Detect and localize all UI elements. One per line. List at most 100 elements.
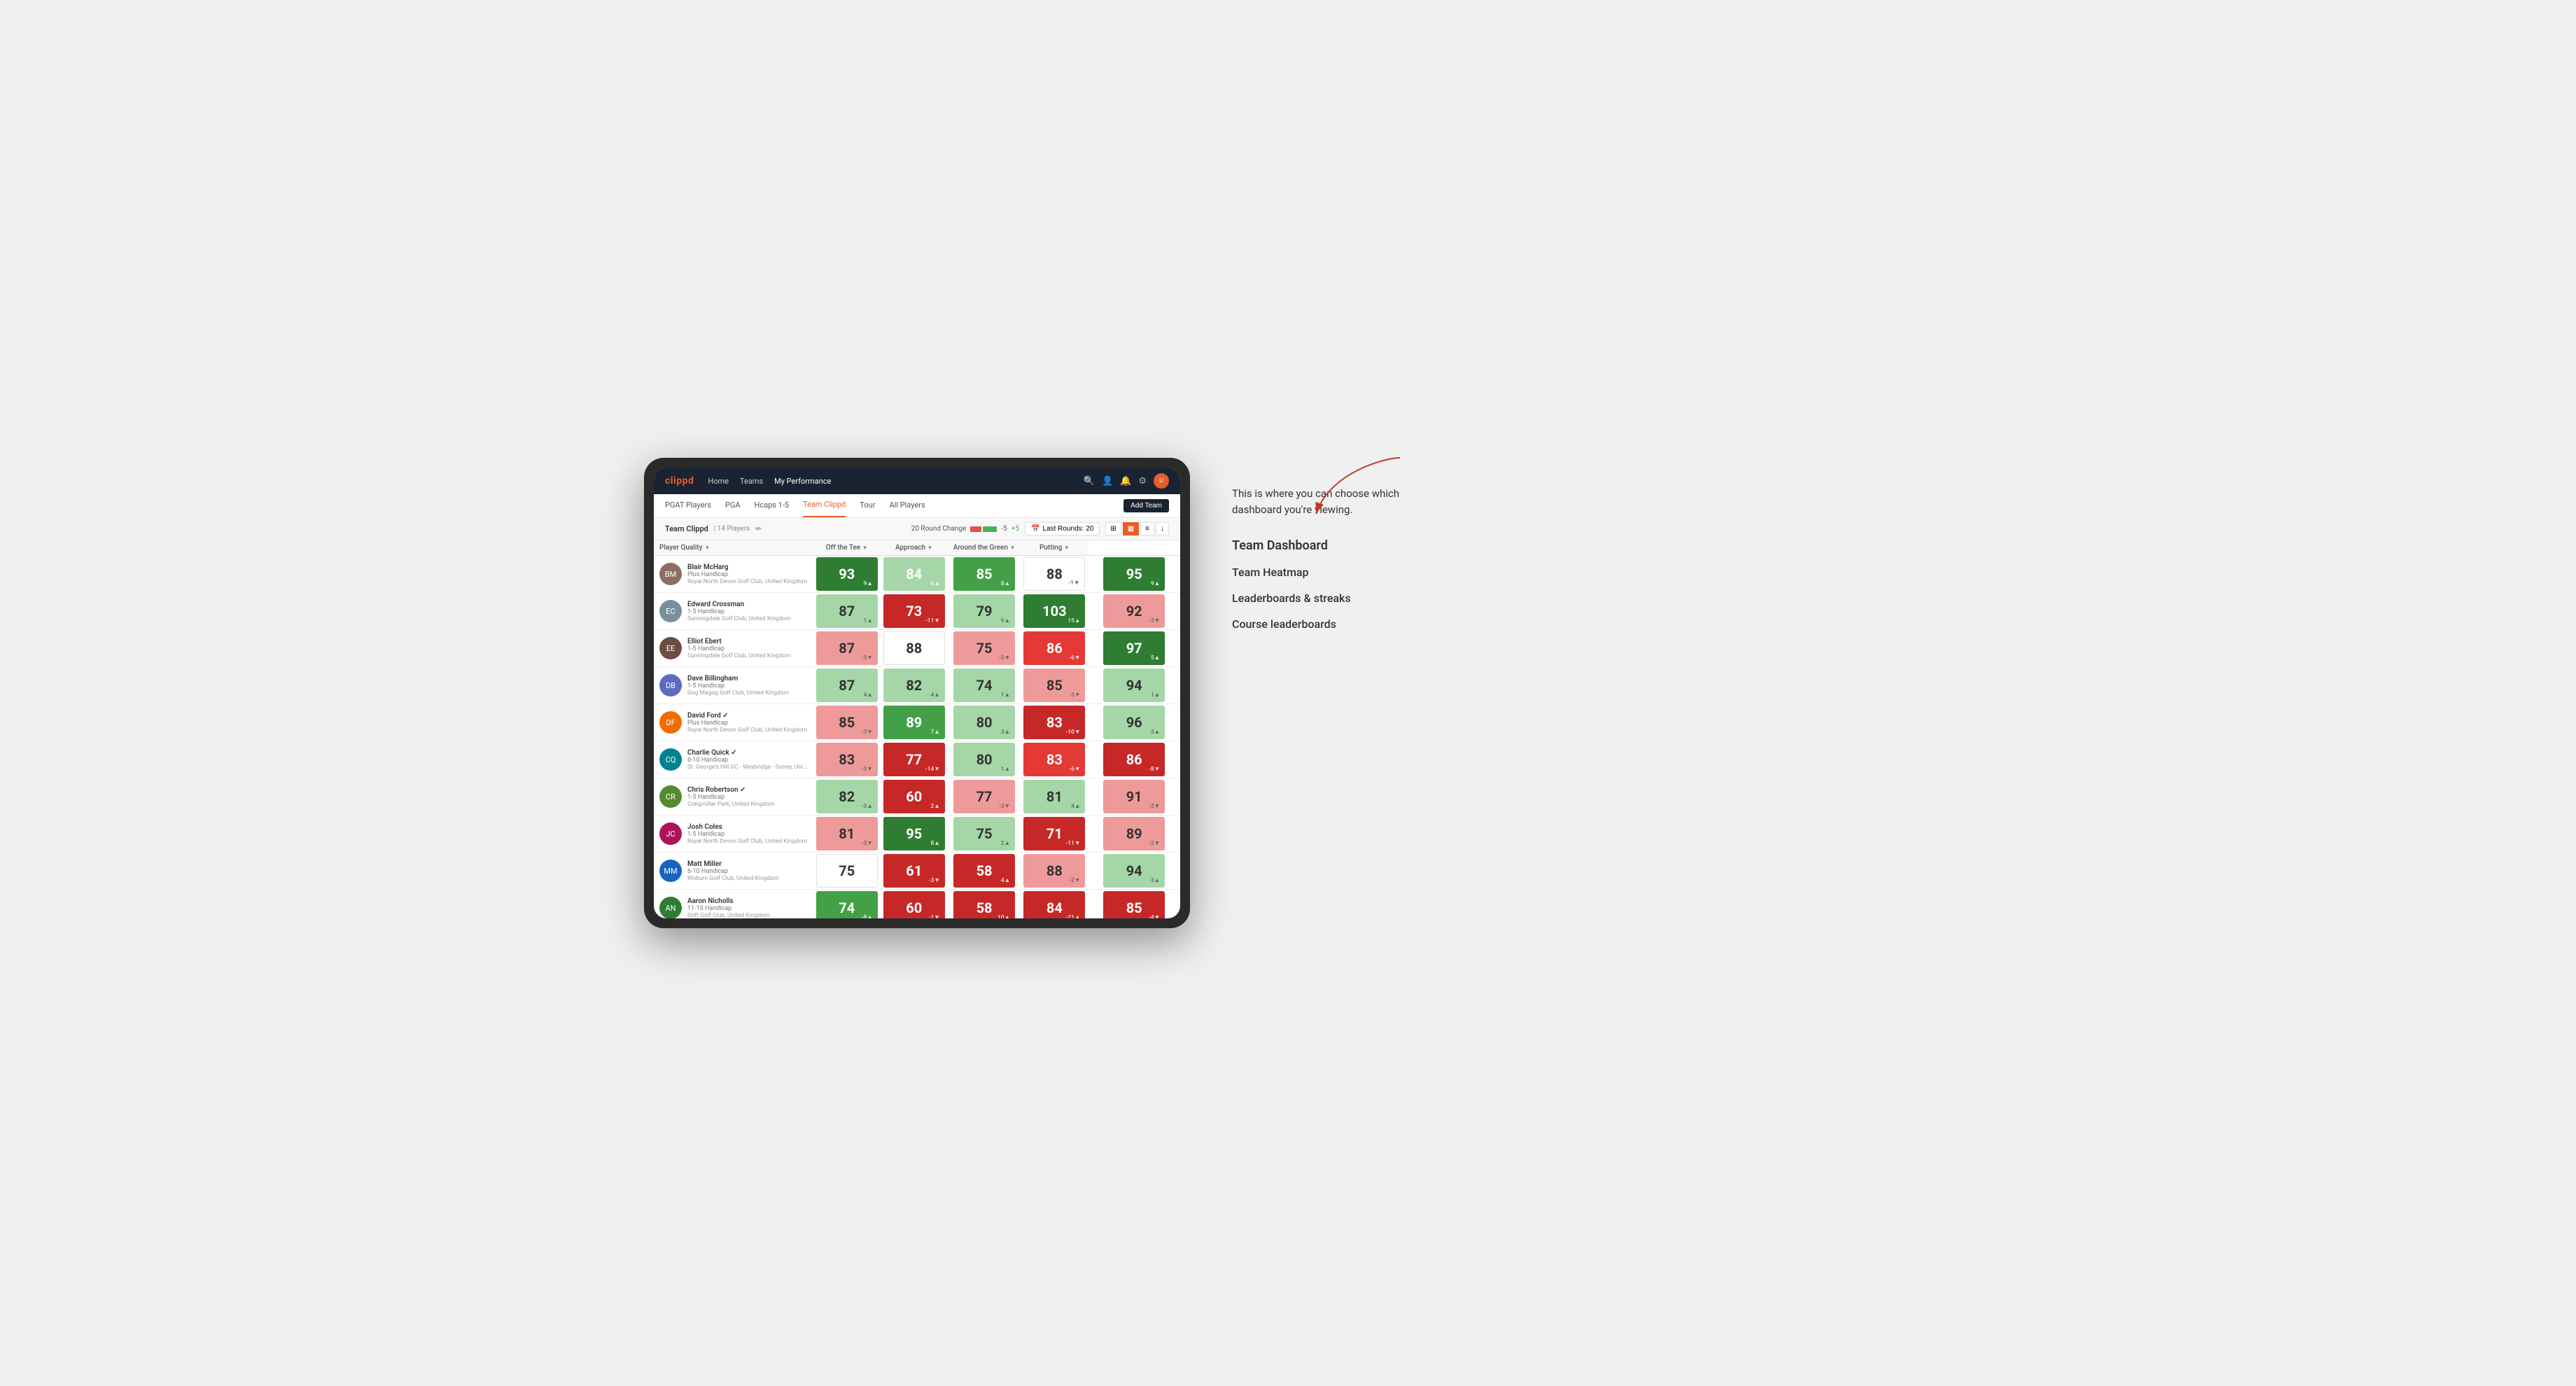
view-list-button[interactable]: ≡ — [1140, 522, 1154, 536]
subnav-pgat[interactable]: PGAT Players — [665, 494, 711, 517]
score-value: 60 — [906, 788, 922, 805]
player-cell-0: BMBlair McHargPlus HandicapRoyal North D… — [654, 556, 813, 593]
score-cell-around-green: 83-6▼ — [1021, 741, 1088, 778]
score-cell-putting: 975▲ — [1088, 630, 1180, 667]
player-avatar: DF — [659, 711, 682, 734]
avatar[interactable]: U — [1154, 473, 1169, 489]
table-row[interactable]: BMBlair McHargPlus HandicapRoyal North D… — [654, 556, 1180, 593]
nav-home[interactable]: Home — [708, 477, 729, 486]
score-change: -21▲ — [1065, 913, 1080, 918]
score-change: -14▼ — [925, 765, 940, 773]
option-team-dashboard: Team Dashboard — [1232, 538, 1428, 553]
subnav-pga[interactable]: PGA — [725, 494, 741, 517]
score-cell-putting: 85-4▼ — [1088, 890, 1180, 919]
score-cell-off-tee: 73-11▼ — [881, 593, 948, 630]
table-row[interactable]: ANAaron Nicholls11-15 HandicapDrift Golf… — [654, 890, 1180, 919]
player-handicap: 6-10 Handicap — [687, 757, 808, 764]
score-value: 75 — [839, 862, 855, 879]
player-avatar: CR — [659, 785, 682, 808]
table-row[interactable]: CRChris Robertson ✓1-5 HandicapCraigmill… — [654, 778, 1180, 816]
score-change: -1▼ — [1068, 579, 1079, 587]
nav-my-performance[interactable]: My Performance — [774, 477, 831, 486]
sort-icon-green[interactable]: ▼ — [1009, 545, 1015, 551]
sort-icon-tee[interactable]: ▼ — [862, 545, 868, 551]
table-row[interactable]: JCJosh Coles1-5 HandicapRoyal North Devo… — [654, 816, 1180, 853]
last-rounds-button[interactable]: 📅 Last Rounds: 20 — [1025, 522, 1100, 536]
player-club: Gog Magog Golf Club, United Kingdom — [687, 690, 808, 696]
sort-icon-player[interactable]: ▼ — [705, 545, 710, 551]
score-change: 9▲ — [1001, 617, 1010, 624]
subnav-all-players[interactable]: All Players — [889, 494, 925, 517]
score-change: -11▼ — [925, 617, 940, 624]
player-handicap: 1-5 Handicap — [687, 831, 808, 838]
team-name: Team Clippd — [665, 524, 708, 533]
player-avatar: EC — [659, 600, 682, 622]
change-bar — [970, 526, 997, 532]
bell-icon[interactable]: 🔔 — [1120, 476, 1131, 486]
player-cell-3: DBDave Billingham1-5 HandicapGog Magog G… — [654, 667, 813, 704]
view-download-button[interactable]: ↓ — [1156, 522, 1169, 536]
score-change: -10▼ — [1065, 728, 1080, 736]
table-row[interactable]: ECEdward Crossman1-5 HandicapSunningdale… — [654, 593, 1180, 630]
table-row[interactable]: DFDavid Ford ✓Plus HandicapRoyal North D… — [654, 704, 1180, 741]
table-row[interactable]: DBDave Billingham1-5 HandicapGog Magog G… — [654, 667, 1180, 704]
search-icon[interactable]: 🔍 — [1084, 476, 1095, 486]
score-change: -6▼ — [1069, 654, 1080, 662]
subnav-tour[interactable]: Tour — [860, 494, 875, 517]
settings-icon[interactable]: ⚙ — [1138, 476, 1147, 486]
subnav-team-clippd[interactable]: Team Clippd — [803, 494, 846, 517]
score-cell-putting: 92 -3▼ — [1088, 593, 1180, 630]
score-change: -3▼ — [999, 802, 1010, 810]
player-cell-9: ANAaron Nicholls11-15 HandicapDrift Golf… — [654, 890, 813, 919]
score-value: 75 — [976, 640, 993, 657]
score-value: 89 — [906, 714, 922, 731]
table-row[interactable]: EEElliot Ebert1-5 HandicapSunningdale Go… — [654, 630, 1180, 667]
table-row[interactable]: MMMatt Miller6-10 HandicapWoburn Golf Cl… — [654, 853, 1180, 890]
sort-icon-approach[interactable]: ▼ — [927, 545, 933, 551]
score-cell-around-green: 814▲ — [1021, 778, 1088, 816]
score-cell-putting: 941▲ — [1088, 667, 1180, 704]
table-scroll-container[interactable]: Player Quality ▼ Off the Tee ▼ Approach … — [654, 540, 1180, 918]
score-cell-approach: 77-3▼ — [948, 778, 1021, 816]
user-icon[interactable]: 👤 — [1102, 476, 1113, 486]
nav-teams[interactable]: Teams — [740, 477, 763, 486]
subnav-hcaps[interactable]: Hcaps 1-5 — [755, 494, 790, 517]
score-change: 10▲ — [997, 913, 1010, 918]
score-cell-off-tee: 602▲ — [881, 778, 948, 816]
score-change: -3▼ — [1149, 617, 1160, 624]
player-name: Dave Billingham — [687, 675, 808, 682]
score-change: -8▼ — [1149, 765, 1160, 773]
player-cell-4: DFDavid Ford ✓Plus HandicapRoyal North D… — [654, 704, 813, 741]
player-handicap: Plus Handicap — [687, 720, 808, 727]
score-value: 83 — [839, 751, 855, 768]
player-avatar: EE — [659, 637, 682, 659]
score-value: 85 — [839, 714, 855, 731]
table-row[interactable]: CQCharlie Quick ✓6-10 HandicapSt. George… — [654, 741, 1180, 778]
annotation-arrow — [1302, 451, 1414, 521]
score-value: 87 — [839, 603, 855, 620]
add-team-button[interactable]: Add Team — [1124, 499, 1169, 512]
edit-icon[interactable]: ✏ — [755, 524, 762, 533]
score-cell-off-tee: 846▲ — [881, 556, 948, 593]
player-handicap: 1-5 Handicap — [687, 682, 808, 690]
score-change: 8▲ — [930, 839, 939, 847]
score-value: 94 — [1126, 862, 1142, 879]
player-cell-7: JCJosh Coles1-5 HandicapRoyal North Devo… — [654, 816, 813, 853]
view-grid-button[interactable]: ⊞ — [1105, 522, 1121, 536]
score-value: 79 — [976, 603, 993, 620]
sort-icon-putting[interactable]: ▼ — [1064, 545, 1070, 551]
score-change: 1▲ — [1151, 691, 1160, 699]
sub-nav: PGAT Players PGA Hcaps 1-5 Team Clippd T… — [654, 494, 1180, 518]
player-handicap: 11-15 Handicap — [687, 905, 808, 912]
col-header-putting: Putting ▼ — [1021, 540, 1088, 556]
score-cell-off-tee: 897▲ — [881, 704, 948, 741]
score-cell-off-tee: 824▲ — [881, 667, 948, 704]
view-heatmap-button[interactable]: ▦ — [1123, 522, 1139, 536]
score-value: 103 — [1042, 603, 1066, 620]
player-club: Sunningdale Golf Club, United Kingdom — [687, 615, 808, 622]
score-cell-player-quality: 82-3▲ — [813, 778, 881, 816]
score-value: 92 — [1126, 603, 1142, 620]
player-handicap: 6-10 Handicap — [687, 868, 808, 875]
score-value: 85 — [1126, 899, 1142, 916]
score-change: -3▼ — [1149, 802, 1160, 810]
